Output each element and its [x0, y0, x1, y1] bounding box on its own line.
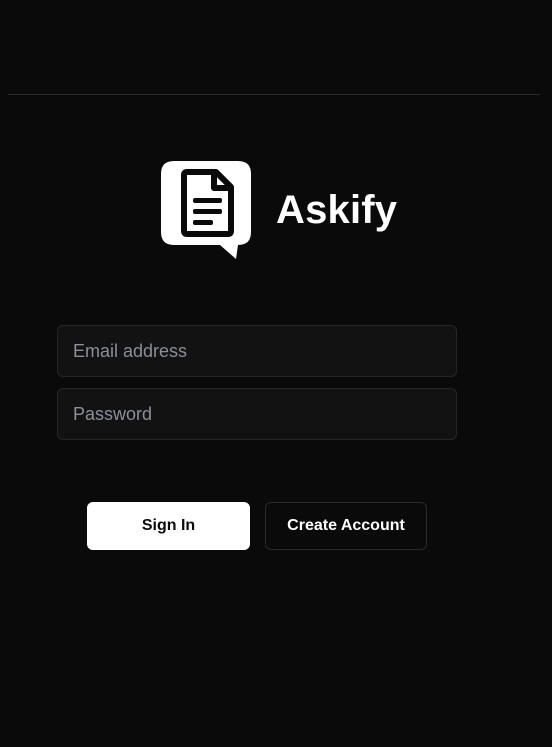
brand-header: Askify: [160, 160, 397, 260]
email-field[interactable]: [57, 325, 457, 377]
sign-in-button[interactable]: Sign In: [87, 502, 250, 550]
top-divider: [8, 94, 540, 95]
create-account-button[interactable]: Create Account: [265, 502, 427, 550]
login-page: Askify Sign In Create Account: [0, 0, 552, 747]
document-chat-icon: [161, 161, 251, 259]
app-name: Askify: [276, 188, 398, 232]
app-logo: [160, 160, 252, 260]
password-field[interactable]: [57, 388, 457, 440]
